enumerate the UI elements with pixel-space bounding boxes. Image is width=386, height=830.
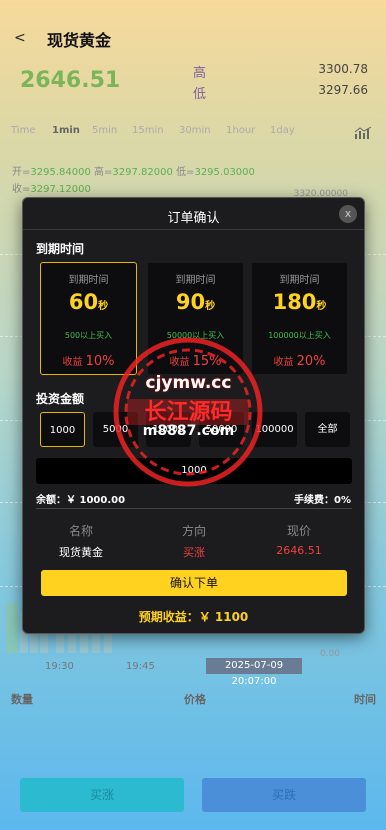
balance-text: 余额：￥ 1000.00 <box>36 495 126 506</box>
info-direction: 方向 买涨 <box>181 524 206 559</box>
expire-section-label: 到期时间 <box>36 242 85 256</box>
fee-text: 手续费：0% <box>294 495 351 506</box>
dialog-title: 订单确认 <box>167 211 220 226</box>
divider <box>36 508 352 509</box>
close-icon[interactable]: x <box>339 205 357 223</box>
info-name: 名称 现货黄金 <box>59 524 103 559</box>
amount-option-1000[interactable]: 1000 <box>40 412 85 447</box>
amount-section-label: 投资金额 <box>36 392 85 406</box>
expire-option-180[interactable]: 到期时间 180秒 100000以上买入 收益 20% <box>251 262 348 375</box>
expected-profit: 预期收益：￥ 1100 <box>138 610 249 624</box>
divider <box>23 229 364 230</box>
watermark-text: 长江源码 <box>144 400 233 425</box>
confirm-order-button[interactable]: 确认下单 <box>41 570 347 596</box>
amount-option-all[interactable]: 全部 <box>305 412 350 447</box>
watermark-text: cjymw.cc <box>145 373 232 393</box>
watermark-text: m8887.com <box>142 423 235 439</box>
info-current-price: 现价 2646.51 <box>276 524 322 557</box>
